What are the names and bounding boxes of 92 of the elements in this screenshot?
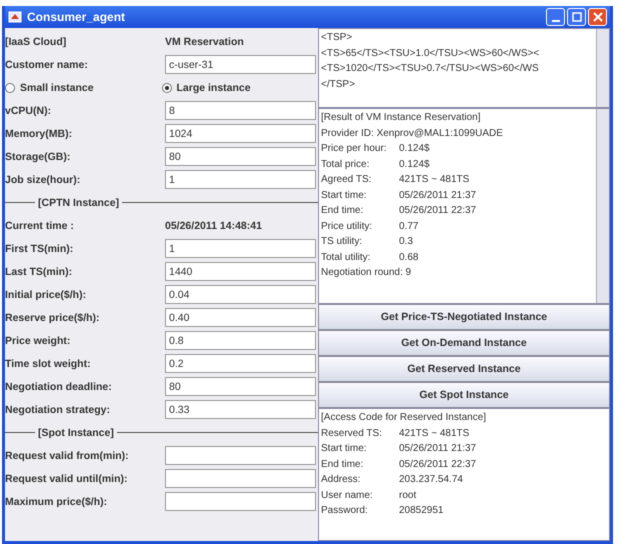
result-value: 421TS ~ 481TS (399, 426, 470, 440)
form-label: Negotiation deadline: (5, 380, 113, 392)
form-label: Last TS(min): (5, 266, 74, 278)
result-value: 05/26/2011 21:37 (399, 442, 476, 456)
result-value: 0.3 (399, 235, 413, 249)
result-label: Password: (321, 504, 369, 518)
input-field[interactable] (165, 492, 316, 511)
form-value: 05/26/2011 14:48:41 (165, 220, 262, 232)
form-label: [IaaS Cloud] (5, 36, 68, 48)
section-title: [Spot Instance] (38, 426, 114, 438)
text-area[interactable]: <TSP> <TS>65</TS><TSU>1.0</TSU><WS>60</WS>< <TS>1020</TS><TSU>0.7</TSU><WS>60</WS </TSP> (318, 28, 610, 108)
minimize-button[interactable] (546, 8, 565, 26)
result-label: Price per hour: (321, 142, 388, 156)
form-label: Storage(GB): (5, 150, 72, 162)
action-button[interactable]: Get Reserved Instance (318, 356, 610, 382)
input-field[interactable]: 80 (165, 377, 316, 396)
result-label: Address: (321, 473, 362, 487)
form-label: First TS(min): (5, 242, 74, 254)
text-line: <TS>65</TS><TSU>1.0</TSU><WS>60</WS>< (321, 46, 540, 60)
form-label: Price weight: (5, 334, 72, 346)
result-value: 421TS ~ 481TS (399, 173, 470, 187)
result-value: root (399, 488, 416, 502)
form-label: Initial price($/h): (5, 288, 88, 300)
form-label: vCPU(N): (5, 104, 52, 116)
scrollbar[interactable] (596, 109, 609, 303)
input-field[interactable]: 1 (165, 170, 316, 189)
result-value: 05/26/2011 21:37 (399, 188, 476, 202)
result-label: Price utility: (321, 220, 374, 234)
input-field[interactable] (165, 469, 316, 488)
input-field[interactable]: 1024 (165, 124, 316, 143)
action-button[interactable]: Get Spot Instance (318, 382, 610, 408)
result-label: End time: (321, 204, 364, 218)
text-line: Provider ID: Xenprov@MAL1:1099UADE (321, 126, 504, 140)
result-value: 20852951 (399, 504, 444, 518)
form-label: Negotiation strategy: (5, 404, 112, 416)
minimize-icon (552, 20, 560, 22)
result-label: Agreed TS: (321, 173, 372, 187)
result-label: Reserved TS: (321, 426, 383, 440)
result-value: 0.68 (399, 250, 418, 264)
form-label: Request valid until(min): (5, 472, 129, 484)
result-label: TS utility: (321, 235, 364, 249)
input-field[interactable] (165, 446, 316, 465)
text-area[interactable]: [Access Code for Reserved Instance] Reserved TS: 421TS ~ 481TS Start time: 05/26/2011 21:37 End time: 05/26/2011 22:37 Address: 203.237.54.74 User name: root Password: 20852951 (318, 408, 610, 541)
form-label: Time slot weight: (5, 358, 92, 370)
input-field[interactable]: 0.2 (165, 354, 316, 373)
result-value: 0.124$ (399, 158, 430, 172)
text-line: </TSP> (321, 78, 356, 92)
maximize-button[interactable] (567, 8, 586, 26)
text-line: Negotiation round: 9 (321, 266, 412, 280)
action-button[interactable]: Get On-Demand Instance (318, 330, 610, 356)
action-button[interactable]: Get Price-TS-Negotiated Instance (318, 304, 610, 330)
result-label: End time: (321, 458, 364, 472)
text-line: [Access Code for Reserved Instance] (321, 411, 488, 425)
result-value: 203.237.54.74 (399, 473, 463, 487)
window-title: Consumer_agent (27, 10, 126, 24)
text-area[interactable] (318, 108, 610, 304)
input-field[interactable]: 0.33 (165, 400, 316, 419)
form-label: Request valid from(min): (5, 450, 130, 462)
form-label: Memory(MB): (5, 128, 74, 140)
input-field[interactable]: 0.40 (165, 308, 316, 327)
result-value: 05/26/2011 22:37 (399, 204, 476, 218)
scrollbar[interactable] (596, 29, 609, 107)
form-label: Job size(hour): (5, 174, 82, 186)
text-line: <TSP> (321, 31, 354, 45)
close-button[interactable] (588, 8, 607, 26)
result-value: 05/26/2011 22:37 (399, 458, 476, 472)
form-label: Current time : (5, 220, 75, 232)
form-value: VM Reservation (165, 36, 244, 48)
input-field[interactable]: 1440 (165, 262, 316, 281)
section-title: [CPTN Instance] (38, 196, 120, 208)
result-label: User name: (321, 488, 374, 502)
input-field[interactable]: c-user-31 (165, 55, 316, 74)
form-label: Customer name: (5, 58, 89, 70)
form-label: Maximum price($/h): (5, 496, 108, 508)
input-field[interactable]: 8 (165, 101, 316, 120)
text-line: [Result of VM Instance Reservation] (321, 111, 482, 125)
text-line: <TS>1020</TS><TSU>0.7</TSU><WS>60</WS (321, 62, 540, 76)
input-field[interactable]: 80 (165, 147, 316, 166)
result-value: 0.124$ (399, 142, 430, 156)
form-label: Reserve price($/h): (5, 312, 101, 324)
result-label: Total price: (321, 158, 370, 172)
result-label: Total utility: (321, 250, 372, 264)
input-field[interactable]: 1 (165, 239, 316, 258)
radio-button[interactable]: Large instance (162, 82, 318, 94)
result-value: 0.77 (399, 220, 418, 234)
result-label: Start time: (321, 188, 368, 202)
radio-button[interactable]: Small instance (5, 82, 162, 94)
input-field[interactable]: 0.8 (165, 331, 316, 350)
result-label: Start time: (321, 442, 368, 456)
maximize-icon (572, 12, 582, 22)
close-icon (592, 12, 602, 22)
input-field[interactable]: 0.04 (165, 285, 316, 304)
